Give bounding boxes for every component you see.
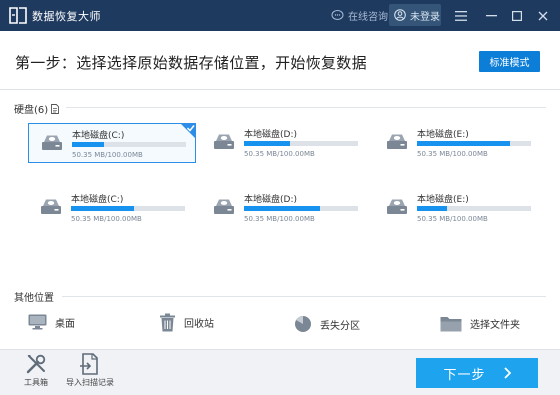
disk-usage-fill [72, 142, 104, 147]
hard-disk-icon [42, 135, 62, 150]
disk-card[interactable]: 本地磁盘(D:) 50.35 MB/100.00MB [201, 123, 369, 163]
disk-usage-bar [244, 206, 358, 211]
maximize-button[interactable] [507, 6, 527, 26]
disk-usage-bar [71, 206, 185, 211]
disk-card[interactable]: 本地磁盘(E:) 50.35 MB/100.00MB [374, 188, 542, 228]
toolbox-button[interactable]: 工具箱 [6, 353, 66, 388]
hard-disk-icon [41, 199, 61, 214]
next-step-label: 下一步 [443, 367, 486, 383]
monitor-icon [28, 314, 47, 330]
disk-size: 50.35 MB/100.00MB [71, 215, 142, 223]
toolbox-label: 工具箱 [24, 378, 48, 387]
disks-section-header: 硬盘(6) [14, 101, 60, 116]
tools-icon [26, 354, 46, 374]
pie-icon [295, 316, 311, 332]
other-item-label: 选择文件夹 [470, 320, 520, 331]
login-button[interactable]: 未登录 [389, 4, 441, 26]
close-button[interactable] [533, 6, 553, 26]
online-consult-label: 在线咨询 [348, 12, 388, 23]
disk-usage-fill [417, 141, 511, 146]
hard-disk-icon [387, 134, 407, 149]
other-section-header: 其他位置 [14, 289, 54, 304]
other-item-label: 回收站 [184, 319, 214, 330]
disk-name: 本地磁盘(E:) [417, 130, 469, 140]
other-item-label: 桌面 [55, 318, 75, 330]
other-item-desktop[interactable]: 桌面 [28, 314, 75, 330]
disk-name: 本地磁盘(D:) [244, 195, 297, 205]
page-title: 第一步：选择选择原始数据存储位置，开始恢复数据 [15, 54, 367, 72]
disk-usage-fill [244, 206, 321, 211]
disk-name: 本地磁盘(D:) [244, 130, 297, 140]
minimize-button[interactable] [481, 6, 501, 26]
disk-size: 50.35 MB/100.00MB [417, 150, 488, 158]
header-divider [0, 89, 560, 90]
disk-card[interactable]: 本地磁盘(C:) 50.35 MB/100.00MB [28, 123, 196, 163]
disk-size: 50.35 MB/100.00MB [72, 151, 143, 159]
close-icon [538, 11, 548, 21]
disk-usage-fill [244, 141, 290, 146]
chat-icon [331, 10, 344, 20]
disk-name: 本地磁盘(E:) [417, 195, 469, 205]
title-bar: 数据恢复大师 在线咨询 未登录 [0, 0, 560, 31]
disk-usage-bar [417, 206, 531, 211]
other-section-label: 其他位置 [14, 293, 54, 304]
disks-section-label: 硬盘(6) [14, 105, 49, 116]
other-section-divider [62, 296, 546, 297]
hard-disk-icon [387, 199, 407, 214]
hard-disk-icon [214, 199, 234, 214]
disk-usage-bar [417, 141, 531, 146]
disk-size: 50.35 MB/100.00MB [244, 215, 315, 223]
login-label: 未登录 [410, 11, 440, 23]
folder-icon [440, 317, 462, 332]
disk-card[interactable]: 本地磁盘(E:) 50.35 MB/100.00MB [374, 123, 542, 163]
menu-button[interactable] [451, 6, 471, 26]
disk-card[interactable]: 本地磁盘(C:) 50.35 MB/100.00MB [28, 188, 196, 228]
maximize-icon [512, 11, 522, 21]
disk-usage-bar [72, 142, 186, 147]
disk-usage-bar [244, 141, 358, 146]
chevron-right-icon [503, 367, 511, 379]
app-logo-icon [9, 7, 27, 24]
other-item-recycle-bin[interactable]: 回收站 [159, 313, 214, 332]
disk-size: 50.35 MB/100.00MB [417, 215, 488, 223]
disk-name: 本地磁盘(C:) [72, 131, 125, 141]
other-item-select-folder[interactable]: 选择文件夹 [440, 315, 520, 332]
minimize-icon [485, 15, 497, 17]
app-title: 数据恢复大师 [32, 10, 101, 23]
disk-size: 50.35 MB/100.00MB [244, 150, 315, 158]
hard-disk-icon [214, 134, 234, 149]
menu-icon [455, 11, 467, 21]
document-icon [51, 103, 60, 114]
other-item-lost-partition[interactable]: 丢失分区 [294, 315, 360, 333]
disks-section-divider [66, 107, 546, 108]
import-scan-record-button[interactable]: 导入扫描记录 [60, 353, 120, 388]
disk-usage-fill [71, 206, 134, 211]
standard-mode-button[interactable]: 标准模式 [479, 51, 540, 72]
other-item-label: 丢失分区 [320, 320, 360, 332]
disk-usage-fill [417, 206, 447, 211]
user-icon [394, 9, 406, 21]
trash-icon [160, 313, 175, 332]
import-icon [80, 353, 98, 375]
disk-name: 本地磁盘(C:) [71, 195, 124, 205]
disk-card[interactable]: 本地磁盘(D:) 50.35 MB/100.00MB [201, 188, 369, 228]
online-consult-link[interactable]: 在线咨询 [331, 8, 388, 23]
checkmark-icon [180, 123, 196, 139]
next-step-button[interactable]: 下一步 [416, 358, 538, 388]
import-scan-record-label: 导入扫描记录 [66, 378, 114, 387]
